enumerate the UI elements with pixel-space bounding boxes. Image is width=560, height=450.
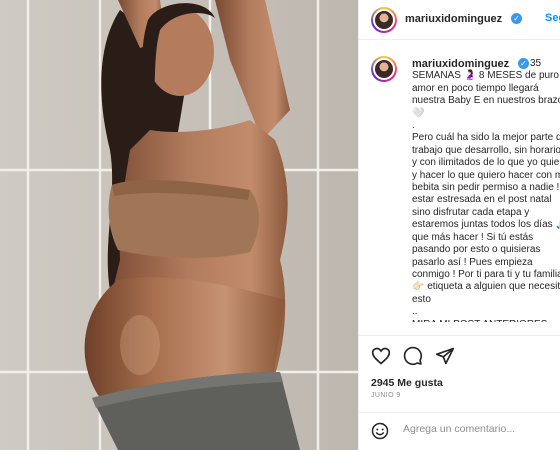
post-date[interactable]: JUNIO 9 (371, 392, 401, 399)
post-side-panel: mariuxidominguez ✓ Seguir mariuxidomingu… (358, 0, 560, 450)
avatar-image (373, 9, 395, 31)
comment-icon[interactable] (403, 346, 423, 366)
caption-avatar[interactable] (371, 56, 397, 82)
post-image[interactable] (0, 0, 358, 450)
share-icon[interactable] (435, 346, 455, 366)
caption-text: 35 SEMANAS 🤰🏻 8 MESES de puro amor en po… (412, 58, 560, 322)
comment-bar (359, 412, 560, 450)
action-bar (359, 335, 560, 375)
emoji-icon[interactable] (371, 422, 389, 440)
verified-badge-icon: ✓ (511, 13, 522, 24)
header-username[interactable]: mariuxidominguez (405, 13, 502, 25)
post-header: mariuxidominguez ✓ Seguir (359, 0, 560, 40)
likes-count[interactable]: 2945 Me gusta (371, 377, 443, 389)
post-caption: 35 SEMANAS 🤰🏻 8 MESES de puro amor en po… (412, 58, 560, 322)
header-avatar[interactable] (371, 7, 397, 33)
follow-button[interactable]: Seguir (545, 12, 560, 24)
heart-icon[interactable] (371, 346, 391, 366)
avatar-image (373, 58, 395, 80)
post-photo-illustration (0, 0, 358, 450)
comment-input[interactable] (403, 423, 553, 435)
